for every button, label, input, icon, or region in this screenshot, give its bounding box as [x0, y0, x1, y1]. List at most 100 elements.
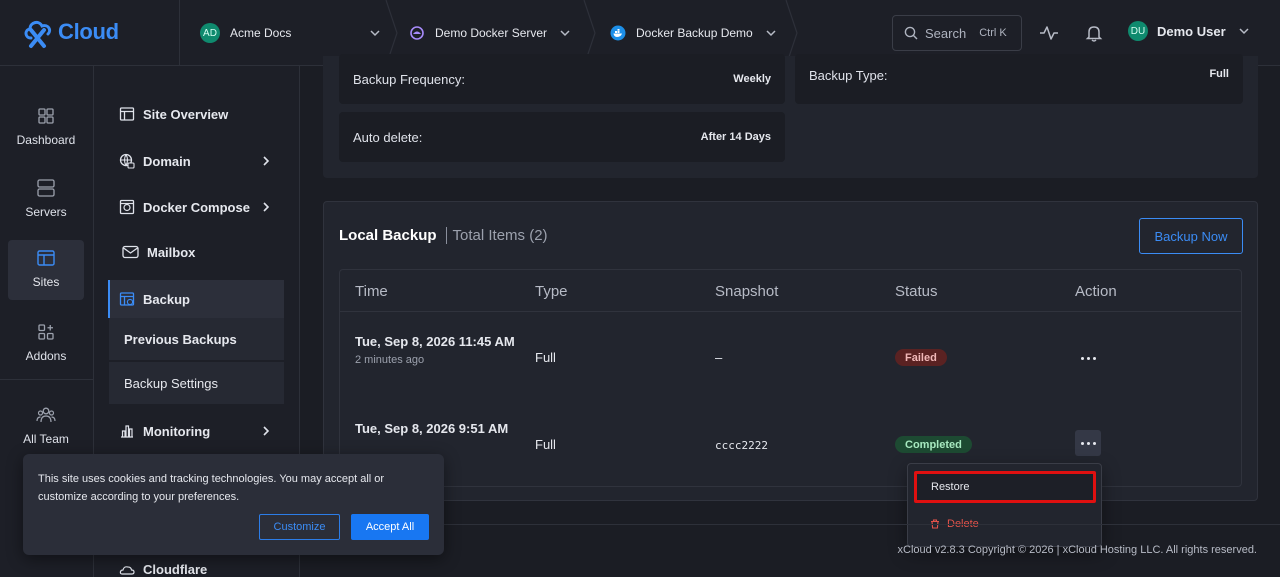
search-icon: [904, 26, 918, 40]
mail-icon: [122, 245, 139, 259]
backup-time: Tue, Sep 8, 2026 11:45 AM 2 minutes ago: [355, 333, 515, 369]
docker-icon: [610, 25, 626, 41]
chevron-right-icon: [263, 202, 270, 212]
accept-all-button[interactable]: Accept All: [351, 514, 429, 540]
search-button[interactable]: Search Ctrl K: [892, 15, 1022, 51]
title-separator: [445, 227, 447, 244]
table-row: Tue, Sep 8, 2026 11:45 AM 2 minutes ago …: [340, 313, 1241, 399]
servers-icon: [37, 179, 55, 197]
backup-relative-time: 2 minutes ago: [355, 354, 425, 366]
backup-icon: [119, 292, 135, 306]
table-row: Tue, Sep 8, 2026 9:51 AM Full cccc2222 C…: [340, 400, 1241, 486]
nav-backup[interactable]: Backup: [108, 280, 284, 318]
nav-backup-settings[interactable]: Backup Settings: [109, 362, 284, 404]
team-avatar: AD: [200, 23, 220, 43]
nav-domain[interactable]: Domain: [108, 143, 284, 179]
user-menu[interactable]: DU Demo User: [1128, 21, 1250, 41]
backup-time-text: Tue, Sep 8, 2026 9:51 AM: [355, 421, 509, 436]
dot: [1092, 356, 1096, 360]
status-badge: Failed: [895, 349, 947, 366]
dot: [1080, 356, 1084, 360]
backup-settings-summary: Backup Frequency: Weekly Backup Type: Fu…: [323, 54, 1258, 178]
search-label: Search: [925, 25, 967, 41]
rail-divider: [0, 379, 94, 380]
rail-label: Servers: [25, 205, 67, 219]
breadcrumb-team-label: Acme Docs: [230, 26, 292, 40]
status-badge: Completed: [895, 436, 972, 453]
column-header: Action: [1075, 283, 1117, 300]
nav-mailbox[interactable]: Mailbox: [108, 234, 284, 270]
backup-table: Time Type Snapshot Status Action Tue, Se…: [339, 269, 1242, 487]
auto-delete-label: Auto delete:: [353, 129, 423, 145]
nav-label: Monitoring: [143, 423, 211, 439]
backup-type-value: Full: [1209, 68, 1229, 80]
user-name: Demo User: [1157, 23, 1226, 39]
column-header: Snapshot: [715, 283, 779, 300]
nav-label: Cloudflare: [143, 561, 208, 577]
rail-item-dashboard[interactable]: Dashboard: [8, 98, 84, 158]
bell-icon[interactable]: [1083, 22, 1105, 44]
column-header: Type: [535, 283, 568, 300]
addons-icon: [38, 324, 54, 340]
backup-type: Full: [535, 350, 556, 365]
site-overview-icon: [119, 107, 135, 121]
rail-item-all-team[interactable]: All Team: [8, 397, 84, 457]
backup-frequency: Backup Frequency: Weekly: [339, 54, 785, 104]
nav-monitoring[interactable]: Monitoring: [108, 413, 284, 449]
chevron-down-icon: [370, 30, 380, 37]
backup-now-button[interactable]: Backup Now: [1139, 218, 1243, 254]
team-icon: [36, 407, 56, 423]
nav-site-overview[interactable]: Site Overview: [108, 96, 284, 132]
total-items: Total Items (2): [452, 227, 548, 244]
local-backup-card: Local Backup Total Items (2) Backup Now …: [323, 201, 1258, 501]
chevron-right-icon: [263, 156, 270, 166]
nav-previous-backups[interactable]: Previous Backups: [109, 318, 284, 360]
chevron-down-icon: [766, 30, 776, 37]
chevron-down-icon: [1239, 28, 1249, 35]
nav-label: Domain: [143, 153, 191, 169]
nav-label: Backup: [143, 291, 190, 307]
backup-type-label: Backup Type:: [809, 68, 888, 83]
nav-docker-compose[interactable]: Docker Compose: [108, 189, 284, 225]
xcloud-logo[interactable]: Cloud: [22, 14, 122, 50]
backup-frequency-label: Backup Frequency:: [353, 71, 466, 87]
rail-item-sites[interactable]: Sites: [8, 240, 84, 300]
logo-text: Cloud: [58, 19, 119, 44]
auto-delete-value: After 14 Days: [700, 131, 771, 143]
restore-menu-item[interactable]: Restore: [914, 471, 1096, 503]
search-shortcut: Ctrl K: [979, 27, 1007, 39]
nav-sub-label: Previous Backups: [124, 331, 237, 347]
backup-time-text: Tue, Sep 8, 2026 11:45 AM: [355, 334, 515, 349]
row-actions-button[interactable]: [1075, 345, 1101, 371]
column-header: Status: [895, 283, 938, 300]
chevron-right-icon: [263, 426, 270, 436]
copyright-text: xCloud v2.8.3 Copyright © 2026 | xCloud …: [897, 544, 1257, 556]
rail-item-addons[interactable]: Addons: [8, 314, 84, 374]
domain-icon: [119, 153, 135, 169]
nav-sub-label: Backup Settings: [124, 375, 218, 391]
backup-snapshot: cccc2222: [715, 439, 768, 452]
rail-label: All Team: [23, 432, 69, 446]
nav-label: Site Overview: [143, 106, 229, 122]
customize-button[interactable]: Customize: [259, 514, 340, 540]
cloudflare-icon: [119, 566, 135, 575]
breadcrumb-site-label: Docker Backup Demo: [636, 26, 753, 40]
backup-time: Tue, Sep 8, 2026 9:51 AM: [355, 420, 515, 437]
monitoring-icon: [121, 425, 133, 438]
table-header: Time Type Snapshot Status Action: [340, 270, 1241, 312]
activity-icon[interactable]: [1038, 22, 1060, 44]
rail-item-servers[interactable]: Servers: [8, 170, 84, 230]
xcloud-logo-icon: [24, 20, 52, 48]
footer: xCloud v2.8.3 Copyright © 2026 | xCloud …: [300, 524, 1280, 577]
main-content: Backup Frequency: Weekly Backup Type: Fu…: [300, 54, 1280, 577]
rail-label: Addons: [25, 349, 67, 363]
cookie-banner: This site uses cookies and tracking tech…: [23, 454, 444, 555]
rail-label: Sites: [32, 275, 60, 289]
backup-type: Backup Type: Full: [795, 54, 1243, 104]
breadcrumb-server-label: Demo Docker Server: [435, 26, 548, 40]
rail-label: Dashboard: [16, 133, 76, 147]
dashboard-icon: [38, 108, 54, 124]
server-icon: [410, 26, 424, 40]
dot: [1080, 441, 1084, 445]
row-actions-button[interactable]: [1075, 430, 1101, 456]
